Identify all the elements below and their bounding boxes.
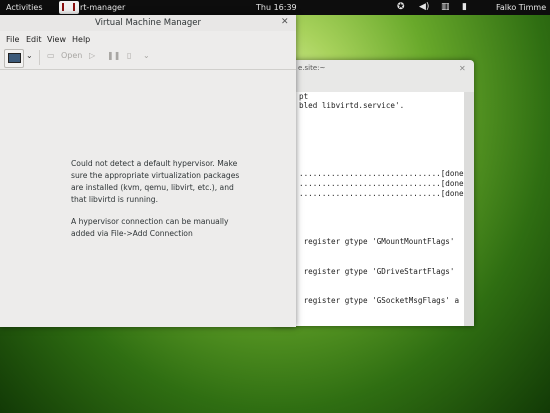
virt-manager-app-icon[interactable] xyxy=(59,1,79,14)
pause-button[interactable]: ❚❚ xyxy=(107,51,120,60)
terminal-menubar xyxy=(272,74,474,92)
user-menu[interactable]: Falko Timme xyxy=(496,3,546,12)
terminal-scrollbar[interactable] xyxy=(464,92,474,326)
vmm-window: Virtual Machine Manager ✕ File Edit View… xyxy=(0,15,296,327)
clock[interactable]: Thu 16:39 xyxy=(256,3,297,12)
window-titlebar[interactable]: Virtual Machine Manager ✕ xyxy=(0,15,296,31)
close-icon[interactable]: ✕ xyxy=(281,17,289,27)
window-title: Virtual Machine Manager xyxy=(94,18,202,28)
terminal-line: register gtype 'GSocketMsgFlags' a xyxy=(299,296,460,305)
terminal-line: register gtype 'GMountMountFlags' xyxy=(299,237,455,246)
menu-file[interactable]: File xyxy=(6,35,19,44)
battery-icon[interactable]: ▮ xyxy=(462,2,467,12)
message-line: that libvirtd is running. xyxy=(71,195,159,204)
app-menu-label[interactable]: rt-manager xyxy=(80,3,125,12)
message-line: Could not detect a default hypervisor. M… xyxy=(71,159,238,168)
menubar: File Edit View Help xyxy=(0,32,296,47)
shutdown-dropdown-icon[interactable]: ⌄ xyxy=(143,51,150,60)
terminal-line: bled libvirtd.service'. xyxy=(299,101,405,110)
top-bar: Activities rt-manager Thu 16:39 ✪ ◀) ▥ ▮… xyxy=(0,0,550,15)
network-icon[interactable]: ▥ xyxy=(441,2,450,12)
terminal-line: ...............................[done] xyxy=(299,179,464,188)
run-button[interactable]: ▷ xyxy=(89,51,95,60)
accessibility-icon[interactable]: ✪ xyxy=(397,2,405,12)
message-line: added via File->Add Connection xyxy=(71,229,193,238)
open-icon: ▭ xyxy=(47,51,55,60)
menu-help[interactable]: Help xyxy=(72,35,90,44)
monitor-icon xyxy=(8,53,21,63)
message-line: sure the appropriate virtualization pack… xyxy=(71,171,240,180)
menu-view[interactable]: View xyxy=(47,35,66,44)
open-button[interactable]: Open xyxy=(61,51,82,60)
close-icon[interactable]: ✕ xyxy=(459,64,466,73)
volume-icon[interactable]: ◀) xyxy=(419,2,429,12)
message-line: are installed (kvm, qemu, libvirt, etc.)… xyxy=(71,183,234,192)
shutdown-button[interactable]: ▯ xyxy=(127,51,131,60)
message-line: A hypervisor connection can be manually xyxy=(71,217,229,226)
activities-button[interactable]: Activities xyxy=(6,3,43,12)
chevron-down-icon[interactable]: ⌄ xyxy=(26,51,33,60)
menu-edit[interactable]: Edit xyxy=(26,35,42,44)
terminal-window[interactable]: e.site:~ ✕ pt bled libvirtd.service'. ..… xyxy=(272,60,474,326)
terminal-line: pt xyxy=(299,92,309,101)
new-vm-button[interactable] xyxy=(4,49,24,68)
terminal-title: e.site:~ xyxy=(298,64,326,72)
terminal-line: register gtype 'GDriveStartFlags' xyxy=(299,267,455,276)
toolbar-separator xyxy=(39,50,40,65)
terminal-output[interactable]: pt bled libvirtd.service'. .............… xyxy=(275,92,464,326)
terminal-line: ...............................[done] xyxy=(299,189,464,198)
terminal-line: ...............................[done] xyxy=(299,169,464,178)
toolbar: ⌄ ▭ Open ▷ ❚❚ ▯ ⌄ xyxy=(0,47,296,70)
